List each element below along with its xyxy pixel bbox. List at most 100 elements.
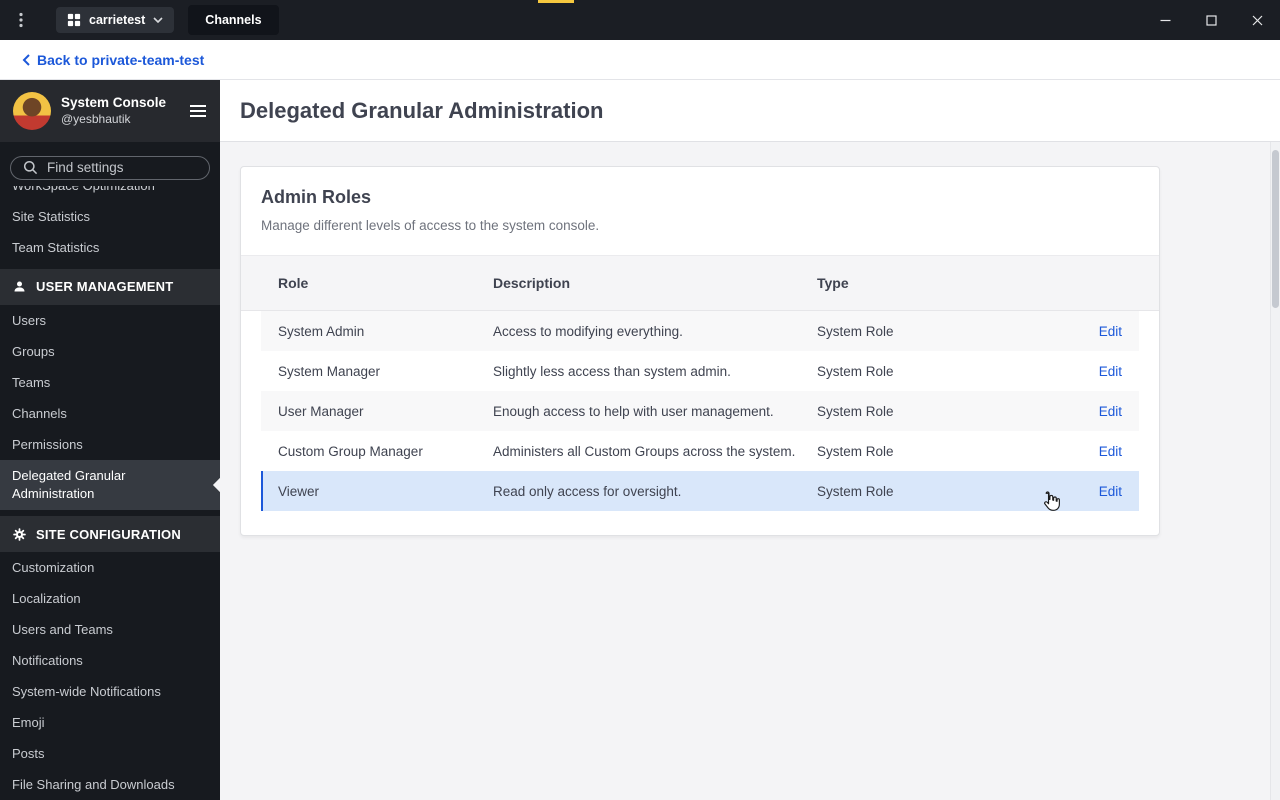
actions-cell: Edit xyxy=(1062,404,1122,419)
main-area: Delegated Granular Administration Admin … xyxy=(220,80,1280,800)
page-title: Delegated Granular Administration xyxy=(240,97,604,123)
app-window: carrietest Channels Back to private-team… xyxy=(0,0,1280,800)
edit-link-system-admin[interactable]: Edit xyxy=(1099,324,1122,339)
sidebar-nav: WorkSpace OptimizationSite StatisticsTea… xyxy=(0,186,228,800)
type-cell: System Role xyxy=(817,443,894,459)
column-header-description: Description xyxy=(493,275,571,291)
description-cell: Enough access to help with user manageme… xyxy=(493,403,774,419)
console-username: @yesbhautik xyxy=(61,111,131,126)
type-cell: System Role xyxy=(817,403,894,419)
sidebar-item-teams[interactable]: Teams xyxy=(0,367,220,398)
edit-link-custom-group-manager[interactable]: Edit xyxy=(1099,444,1122,459)
vertical-dots-icon xyxy=(19,12,23,28)
sidebar-item-system-wide-notifications[interactable]: System-wide Notifications xyxy=(0,676,220,707)
sidebar-item-groups[interactable]: Groups xyxy=(0,336,220,367)
description-cell: Access to modifying everything. xyxy=(493,323,683,339)
window-controls xyxy=(1142,0,1280,40)
tab-channels[interactable]: Channels xyxy=(188,5,279,35)
maximize-icon xyxy=(1205,14,1217,26)
sidebar-item-workspace-optimization[interactable]: WorkSpace Optimization xyxy=(0,186,220,201)
sidebar-item-users[interactable]: Users xyxy=(0,305,220,336)
actions-cell: Edit xyxy=(1062,324,1122,339)
menu-icon[interactable] xyxy=(189,104,207,118)
app-menu-icon[interactable] xyxy=(0,12,42,28)
maximize-button[interactable] xyxy=(1188,0,1234,40)
actions-cell: Edit xyxy=(1062,444,1122,459)
back-link-label: Back to private-team-test xyxy=(37,51,205,68)
yellow-indicator xyxy=(538,0,574,3)
admin-roles-card: Admin Roles Manage different levels of a… xyxy=(240,166,1160,536)
type-cell: System Role xyxy=(817,323,894,339)
actions-cell: Edit xyxy=(1062,484,1122,499)
sidebar-item-localization[interactable]: Localization xyxy=(0,583,220,614)
section-site-configuration: SITE CONFIGURATION xyxy=(0,516,220,552)
page-body: Admin Roles Manage different levels of a… xyxy=(220,142,1280,800)
console-header-text: System Console @yesbhautik xyxy=(61,95,179,127)
description-cell: Administers all Custom Groups across the… xyxy=(493,443,796,459)
sidebar-item-channels[interactable]: Channels xyxy=(0,398,220,429)
role-cell: System Manager xyxy=(278,363,381,379)
role-cell: Viewer xyxy=(278,483,320,499)
sidebar-item-notifications[interactable]: Notifications xyxy=(0,645,220,676)
team-selector-button[interactable]: carrietest xyxy=(56,7,175,33)
sidebar-item-file-sharing-and-downloads[interactable]: File Sharing and Downloads xyxy=(0,769,220,800)
card-header: Admin Roles Manage different levels of a… xyxy=(241,167,1159,255)
back-link[interactable]: Back to private-team-test xyxy=(22,52,204,68)
team-selector-label: carrietest xyxy=(89,13,146,27)
table-row-user-manager[interactable]: User Manager Enough access to help with u… xyxy=(261,391,1139,431)
chevron-down-icon xyxy=(153,17,163,23)
search-icon xyxy=(23,160,38,175)
section-label: USER MANAGEMENT xyxy=(36,279,174,295)
clipped-scroll-item: WorkSpace Optimization xyxy=(0,186,220,201)
search-placeholder: Find settings xyxy=(47,160,124,176)
sidebar-item-site-statistics[interactable]: Site Statistics xyxy=(0,201,220,232)
sidebar-item-customization[interactable]: Customization xyxy=(0,552,220,583)
edit-link-user-manager[interactable]: Edit xyxy=(1099,404,1122,419)
back-bar: Back to private-team-test xyxy=(0,40,1280,80)
type-cell: System Role xyxy=(817,483,894,499)
card-subtitle: Manage different levels of access to the… xyxy=(261,218,600,233)
role-cell: Custom Group Manager xyxy=(278,443,423,459)
type-cell: System Role xyxy=(817,363,894,379)
section-label: SITE CONFIGURATION xyxy=(36,526,181,542)
section-user-management: USER MANAGEMENT xyxy=(0,268,220,305)
description-cell: Slightly less access than system admin. xyxy=(493,363,731,379)
card-title: Admin Roles xyxy=(261,187,372,207)
table-row-system-manager[interactable]: System Manager Slightly less access than … xyxy=(261,351,1139,391)
actions-cell: Edit xyxy=(1062,364,1122,379)
column-header-role: Role xyxy=(278,275,309,291)
find-settings-input[interactable]: Find settings xyxy=(10,156,210,180)
table-header-row: Role Description Type xyxy=(241,255,1159,311)
close-icon xyxy=(1252,15,1262,25)
sidebar-item-team-statistics[interactable]: Team Statistics xyxy=(0,232,220,263)
user-icon xyxy=(12,279,27,294)
table-body: System Admin Access to modifying everythi… xyxy=(241,311,1159,535)
edit-link-system-manager[interactable]: Edit xyxy=(1099,364,1122,379)
console-header[interactable]: System Console @yesbhautik xyxy=(0,80,220,142)
minimize-icon xyxy=(1160,19,1170,21)
role-cell: System Admin xyxy=(278,323,365,339)
titlebar: carrietest Channels xyxy=(0,0,1280,40)
minimize-button[interactable] xyxy=(1142,0,1188,40)
edit-link-viewer[interactable]: Edit xyxy=(1099,484,1122,499)
table-row-custom-group-manager[interactable]: Custom Group Manager Administers all Cust… xyxy=(261,431,1139,471)
role-cell: User Manager xyxy=(278,403,364,419)
vertical-scrollbar[interactable] xyxy=(1270,142,1280,800)
page-header: Delegated Granular Administration xyxy=(220,80,1280,142)
sidebar-item-permissions[interactable]: Permissions xyxy=(0,429,220,460)
console-title: System Console xyxy=(61,94,167,110)
sidebar-item-users-and-teams[interactable]: Users and Teams xyxy=(0,614,220,645)
chevron-left-icon xyxy=(22,53,30,66)
server-grid-icon xyxy=(67,13,81,27)
system-console-sidebar: System Console @yesbhautik Find settings… xyxy=(0,80,228,800)
table-row-system-admin[interactable]: System Admin Access to modifying everythi… xyxy=(261,311,1139,351)
sidebar-item-posts[interactable]: Posts xyxy=(0,738,220,769)
column-header-type: Type xyxy=(817,275,849,291)
table-row-viewer[interactable]: Viewer Read only access for oversight. Sys… xyxy=(261,471,1139,511)
scrollbar-thumb[interactable] xyxy=(1272,150,1279,308)
sidebar-item-emoji[interactable]: Emoji xyxy=(0,707,220,738)
close-button[interactable] xyxy=(1234,0,1280,40)
sidebar-item-delegated-granular-administration[interactable]: Delegated Granular Administration xyxy=(0,459,228,510)
description-cell: Read only access for oversight. xyxy=(493,483,682,499)
gear-icon xyxy=(12,527,27,542)
